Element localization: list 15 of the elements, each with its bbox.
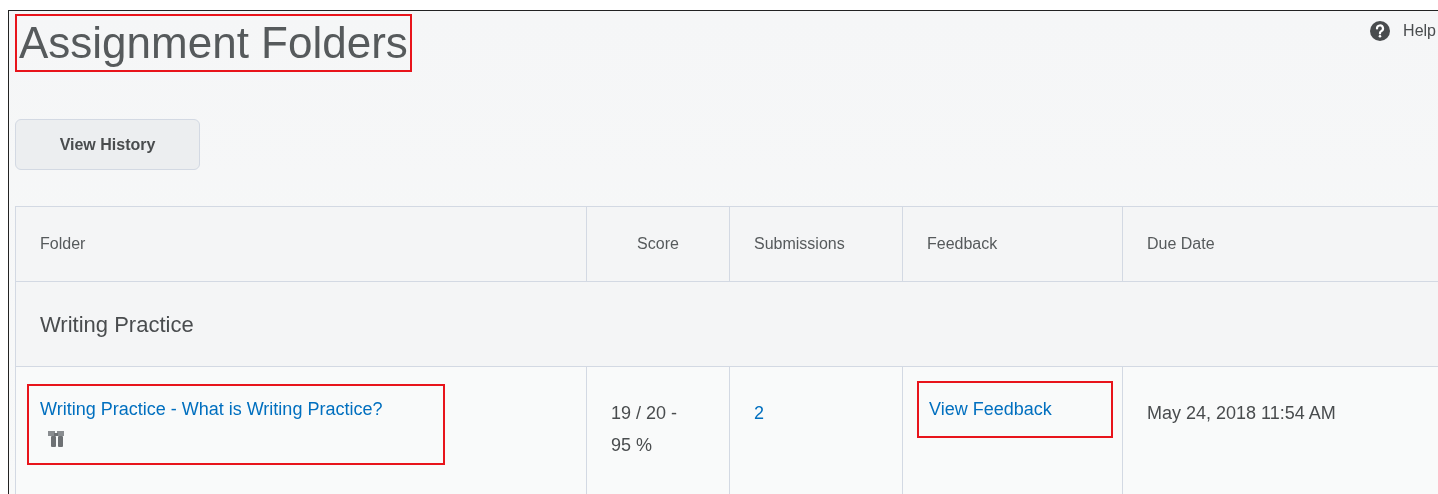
view-feedback-link[interactable]: View Feedback <box>929 399 1052 419</box>
due-date-text: May 24, 2018 11:54 AM <box>1147 403 1336 423</box>
column-header: Submissions <box>754 234 845 254</box>
group-heading: Writing Practice <box>40 310 194 339</box>
page-title: Assignment Folders <box>15 14 412 72</box>
column-header: Due Date <box>1147 234 1215 254</box>
column-header: Folder <box>40 234 86 254</box>
submissions-link[interactable]: 2 <box>754 403 764 423</box>
help-icon[interactable] <box>1369 20 1392 42</box>
column-header: Score <box>637 234 679 254</box>
help-link[interactable]: Help <box>1403 19 1436 43</box>
column-header: Feedback <box>927 234 998 254</box>
score-text: 19 / 20 - 95 % <box>611 402 679 457</box>
view-history-button[interactable]: View History <box>15 119 200 170</box>
folder-link[interactable]: Writing Practice - What is Writing Practice? <box>40 396 443 423</box>
